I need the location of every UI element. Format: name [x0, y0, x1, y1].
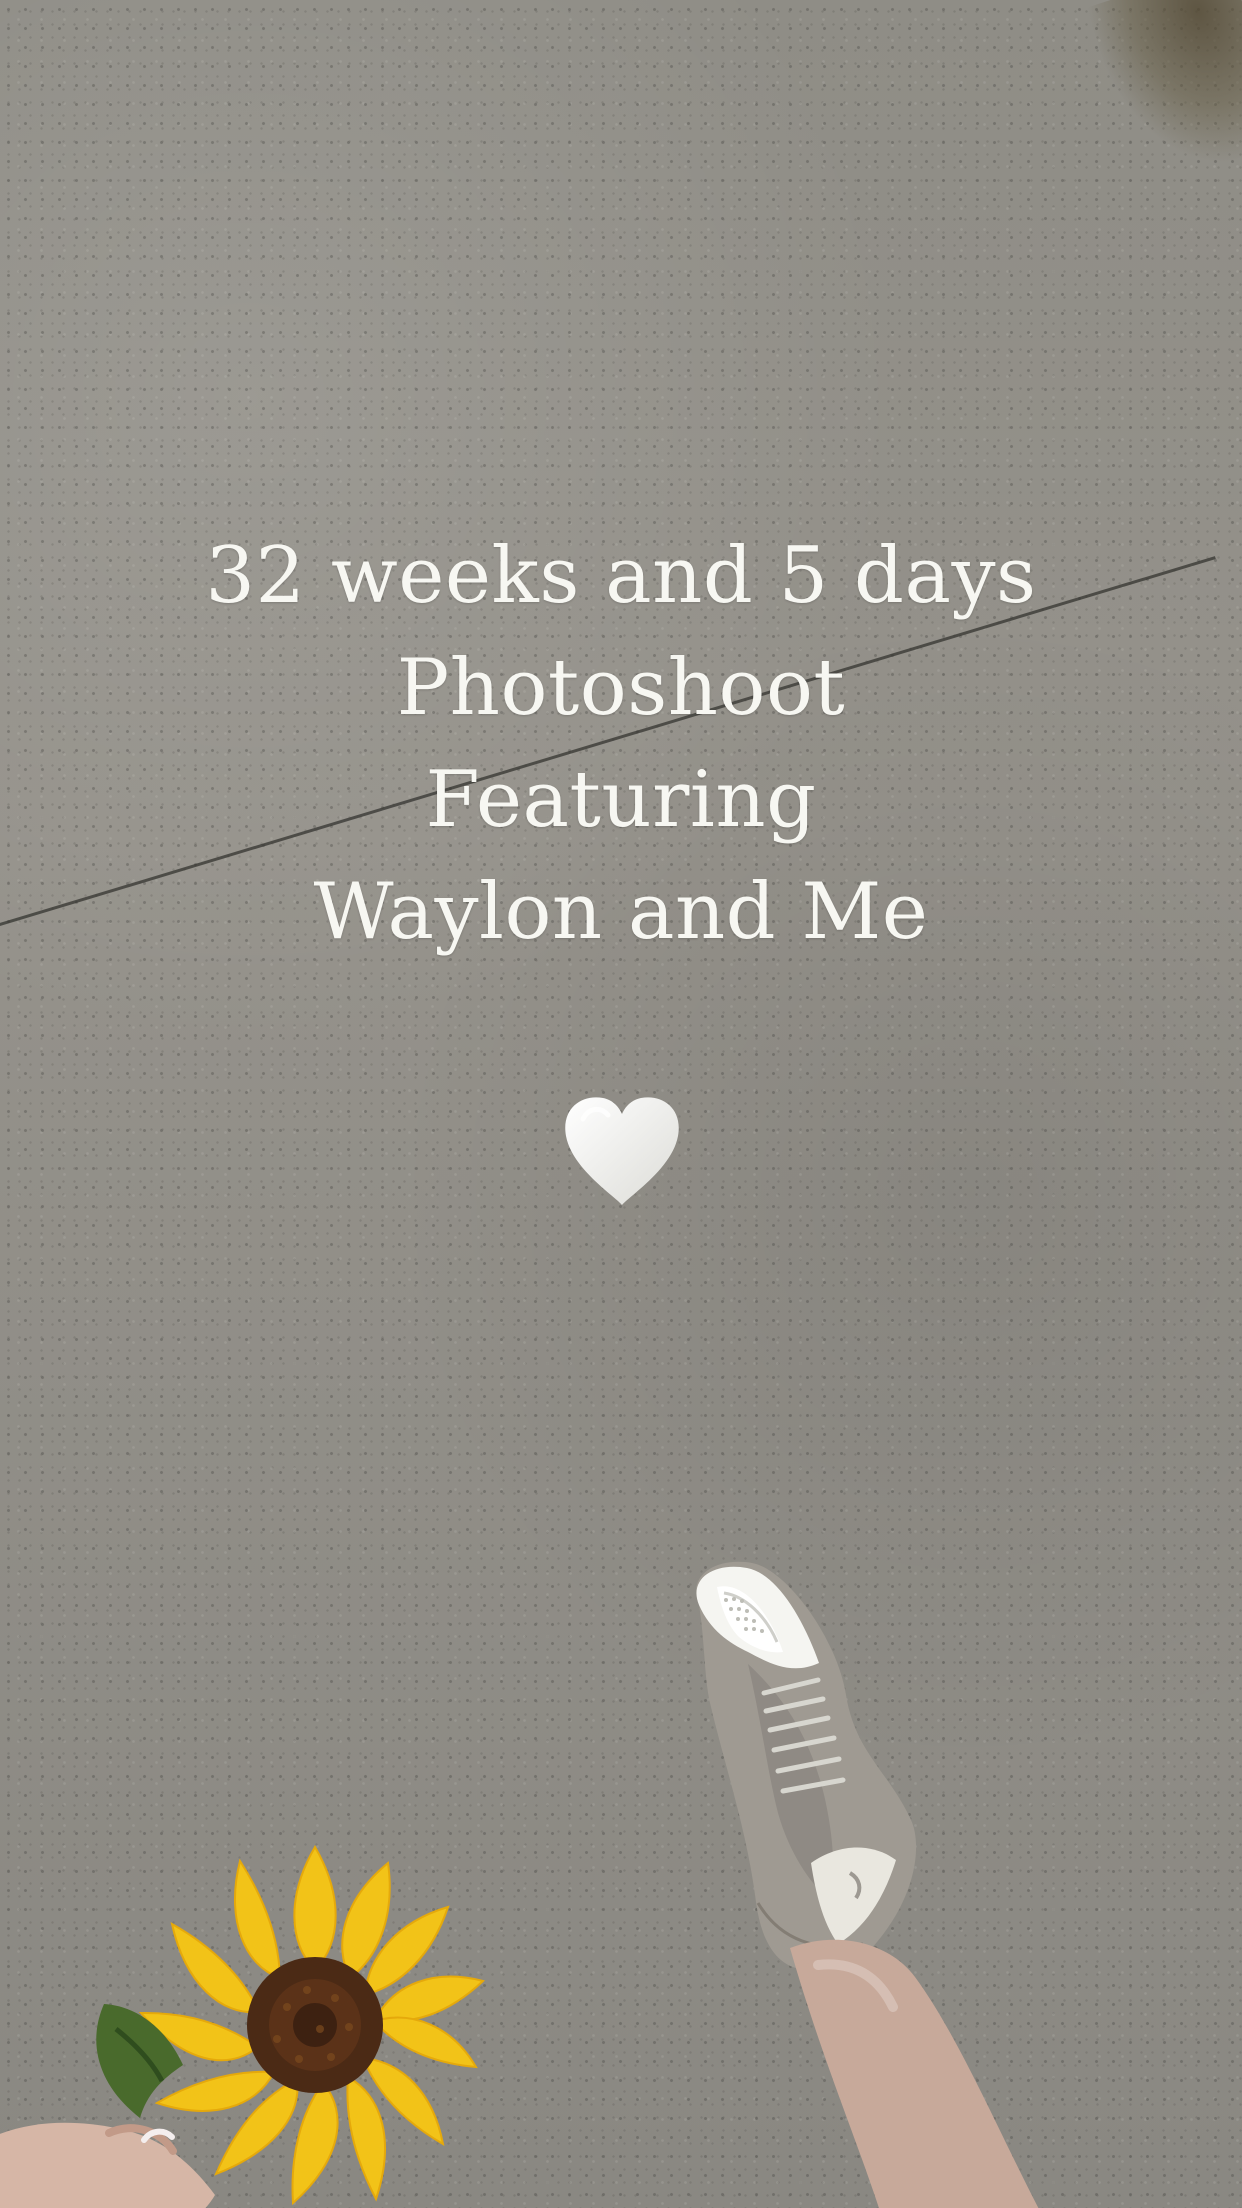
bare-leg — [790, 1939, 1039, 2208]
hand-holding-flower — [0, 2122, 215, 2208]
story-text-line-3: Featuring — [425, 755, 817, 845]
instagram-story-photo: 32 weeks and 5 days Photoshoot Featuring… — [0, 0, 1242, 2208]
story-text-overlay: 32 weeks and 5 days Photoshoot Featuring… — [0, 520, 1242, 968]
story-text-line-1: 32 weeks and 5 days — [205, 531, 1037, 621]
story-text-line-4: Waylon and Me — [313, 867, 929, 957]
white-heart-icon — [558, 1093, 686, 1211]
story-text-line-2: Photoshoot — [396, 643, 846, 733]
